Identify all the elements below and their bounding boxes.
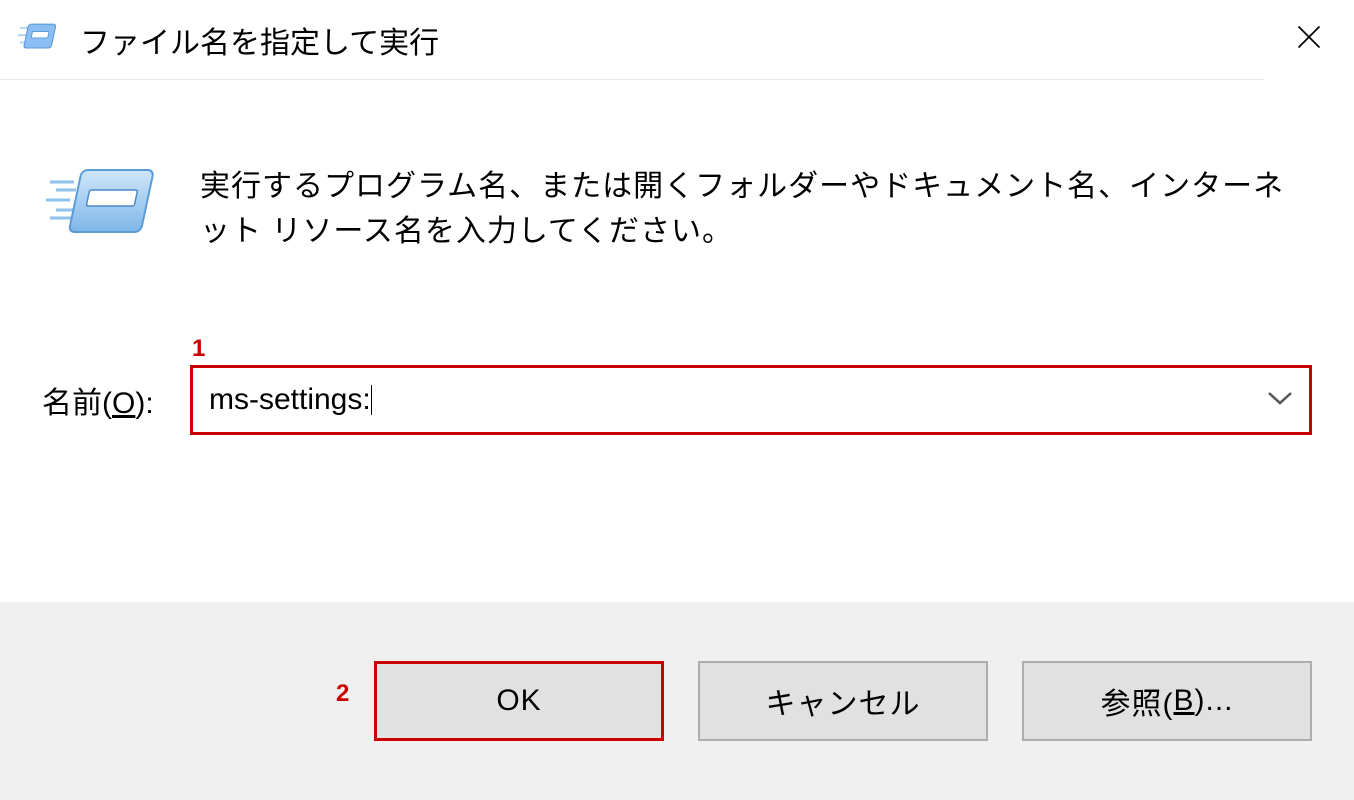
combobox-dropdown-button[interactable] — [1267, 387, 1293, 413]
chevron-down-icon — [1267, 390, 1293, 411]
ok-button[interactable]: OK — [374, 661, 664, 741]
annotation-2: 2 — [336, 680, 349, 708]
browse-button-accesskey: B — [1173, 684, 1194, 718]
browse-button-suffix: )... — [1195, 684, 1234, 718]
description-row: 実行するプログラム名、または開くフォルダーやドキュメント名、インターネット リソ… — [42, 160, 1312, 255]
open-label: 名前(O): — [42, 378, 190, 422]
input-row: 1 名前(O): ms-settings: — [42, 365, 1312, 435]
run-dialog-icon — [42, 160, 162, 255]
close-icon — [1295, 23, 1323, 56]
description-text: 実行するプログラム名、または開くフォルダーやドキュメント名、インターネット リソ… — [200, 160, 1312, 254]
annotation-1: 1 — [192, 335, 205, 363]
titlebar: ファイル名を指定して実行 — [0, 0, 1354, 80]
text-caret — [371, 385, 372, 415]
browse-button[interactable]: 参照(B)... — [1022, 661, 1312, 741]
close-button[interactable] — [1264, 0, 1354, 80]
cancel-button[interactable]: キャンセル — [698, 661, 988, 741]
open-label-suffix: ): — [135, 387, 153, 420]
cancel-button-label: キャンセル — [766, 679, 921, 723]
open-label-accesskey: O — [112, 387, 135, 420]
browse-button-prefix: 参照( — [1100, 679, 1173, 723]
ok-button-label: OK — [496, 684, 541, 718]
open-input-value[interactable]: ms-settings: — [209, 383, 1267, 417]
window-title: ファイル名を指定して実行 — [80, 18, 439, 62]
run-dialog-icon-small — [18, 15, 62, 64]
dialog-body: 実行するプログラム名、または開くフォルダーやドキュメント名、インターネット リソ… — [0, 80, 1354, 435]
titlebar-left: ファイル名を指定して実行 — [18, 15, 439, 64]
open-label-prefix: 名前( — [42, 387, 112, 420]
open-input-text: ms-settings: — [209, 383, 371, 416]
open-combobox[interactable]: ms-settings: — [190, 365, 1312, 435]
button-bar: 2 OK キャンセル 参照(B)... — [0, 602, 1354, 800]
